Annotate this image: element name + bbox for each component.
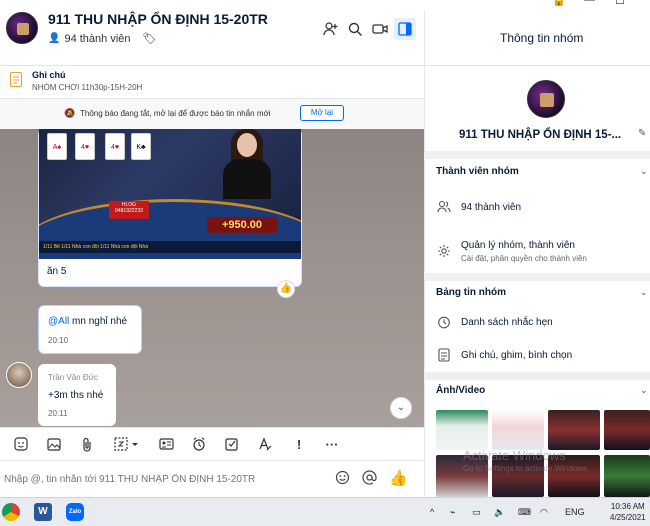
task-icon[interactable]: [223, 435, 241, 453]
screenshot-icon[interactable]: [112, 435, 142, 453]
member-count-item[interactable]: 94 thành viên: [461, 202, 521, 213]
image-caption: ăn 5: [47, 266, 67, 277]
like-reaction-button[interactable]: 👍: [277, 280, 295, 298]
section-divider: [424, 151, 650, 159]
playing-card: 4♥: [105, 133, 125, 160]
clock-date: 4/25/2021: [610, 513, 646, 522]
card-icon[interactable]: [157, 435, 175, 453]
edit-icon[interactable]: ✎: [638, 128, 646, 139]
chevron-down-icon[interactable]: ⌄: [640, 287, 648, 298]
bet-strip: 1/11 Bê 1/11 Nhà con đội 1/11 Nhà con độ…: [39, 241, 301, 253]
chrome-icon[interactable]: [2, 503, 20, 521]
sender-avatar[interactable]: [6, 362, 32, 388]
panel-title: Thông tin nhóm: [500, 31, 584, 45]
sticker-icon[interactable]: [12, 435, 30, 453]
media-thumbnail[interactable]: [604, 455, 650, 497]
group-name: 911 THU NHẬP ỔN ĐỊNH 15-...: [459, 129, 622, 141]
mention-icon[interactable]: [360, 470, 378, 488]
reopen-notification-button[interactable]: Mở lại: [300, 105, 344, 121]
bell-off-icon: 🔕: [64, 108, 76, 118]
mention[interactable]: @All: [48, 316, 69, 327]
system-clock[interactable]: 10:36 AM 4/25/2021: [610, 501, 646, 523]
wifi-icon[interactable]: ◠: [540, 507, 548, 518]
playing-card: K♣: [131, 133, 151, 160]
more-icon[interactable]: ···: [323, 435, 341, 453]
message-image[interactable]: A♠ 4♥ 4♥ K♣ HI.OG 0481922233 +950.00 1/11…: [39, 129, 301, 259]
video-call-icon[interactable]: [369, 18, 391, 40]
add-member-icon[interactable]: [320, 18, 342, 40]
scroll-down-icon[interactable]: ⌄: [390, 397, 412, 419]
members-section-title[interactable]: Thành viên nhóm: [436, 166, 519, 177]
clock-time: 10:36 AM: [610, 502, 645, 511]
reminder-icon[interactable]: [190, 435, 208, 453]
members-icon: [436, 200, 452, 216]
media-thumbnail[interactable]: [604, 410, 650, 450]
sender-name[interactable]: Trần Văn Đức: [48, 373, 98, 382]
reminders-item[interactable]: Danh sách nhắc hẹn: [461, 317, 553, 328]
zalo-icon[interactable]: Zalo: [66, 503, 84, 521]
notes-item[interactable]: Ghi chú, ghim, bình chọn: [461, 350, 572, 361]
info-panel-icon[interactable]: [394, 18, 416, 40]
board-section-title[interactable]: Bảng tin nhóm: [436, 287, 506, 298]
message-input[interactable]: [4, 468, 324, 490]
search-icon[interactable]: [344, 18, 366, 40]
composer-toolbar: [0, 427, 424, 461]
input-method-icon[interactable]: ⌨: [518, 507, 531, 518]
image-icon[interactable]: [45, 435, 63, 453]
bluetooth-icon[interactable]: ⌁: [450, 507, 455, 518]
chevron-down-icon[interactable]: ⌄: [640, 385, 648, 396]
member-count: 94 thành viên: [64, 32, 131, 45]
media-thumbnail[interactable]: [548, 410, 600, 450]
note-icon: [10, 72, 22, 92]
maximize-icon[interactable]: ☐: [615, 0, 625, 7]
minimize-icon[interactable]: —: [584, 0, 595, 6]
network-icon[interactable]: ▭: [472, 507, 481, 518]
chevron-down-icon[interactable]: ⌄: [640, 166, 648, 177]
message-time: 20:11: [48, 409, 68, 418]
note-content: NHÓM CHƠI 11h30p-15H-20H: [32, 83, 143, 92]
group-avatar[interactable]: [6, 12, 38, 44]
playing-card: A♠: [47, 133, 67, 160]
lock-icon[interactable]: 🔒: [552, 0, 566, 7]
gear-icon: [436, 244, 452, 261]
media-section-title[interactable]: Ảnh/Video: [436, 385, 485, 396]
message-text: @All mn nghỉ nhé: [48, 316, 127, 327]
notification-text: Thông báo đang tắt, mở lại để được báo t…: [80, 109, 271, 118]
attach-icon[interactable]: [78, 435, 96, 453]
media-thumbnail[interactable]: [436, 410, 488, 450]
text-message[interactable]: [38, 305, 142, 354]
member-count-row[interactable]: 👤 94 thành viên 🏷: [48, 32, 157, 46]
dealer: [217, 129, 277, 199]
note-icon: [436, 348, 452, 365]
windows-taskbar: [0, 497, 650, 526]
promo-badge: HI.OG 0481922233: [109, 201, 149, 219]
media-thumbnail[interactable]: [492, 410, 544, 450]
user-icon: 👤: [48, 33, 61, 44]
important-icon[interactable]: !: [290, 435, 308, 453]
message-body: +3m ths nhé: [48, 390, 104, 401]
reminder-icon: [436, 315, 452, 332]
section-divider: [424, 372, 650, 380]
activate-windows-watermark: Activate Windows: [463, 448, 566, 463]
note-title: Ghi chú: [32, 70, 66, 80]
language-indicator[interactable]: ENG: [565, 507, 585, 517]
manage-group-item[interactable]: Quản lý nhóm, thành viên: [461, 240, 575, 251]
section-divider: [424, 273, 650, 281]
game-score: +950.00: [207, 217, 277, 233]
group-avatar-large[interactable]: [527, 80, 565, 118]
playing-card: 4♥: [75, 133, 95, 160]
tag-icon[interactable]: 🏷: [143, 32, 157, 45]
word-icon[interactable]: W: [34, 503, 52, 521]
manage-group-subtitle: Cài đặt, phân quyền cho thành viên: [461, 254, 587, 263]
group-title[interactable]: 911 THU NHẬP ỔN ĐỊNH 15-20TR: [48, 11, 268, 27]
message-time: 20:10: [48, 336, 69, 345]
emoji-icon[interactable]: [333, 470, 351, 488]
format-icon[interactable]: [256, 435, 274, 453]
activate-windows-subtext: Go to Settings to activate Windows.: [463, 464, 590, 473]
thumbs-up-icon[interactable]: 👍: [389, 470, 408, 488]
tray-expand-icon[interactable]: ^: [430, 507, 434, 517]
volume-icon[interactable]: 🔈: [494, 507, 505, 518]
message-body: mn nghỉ nhé: [72, 316, 128, 327]
